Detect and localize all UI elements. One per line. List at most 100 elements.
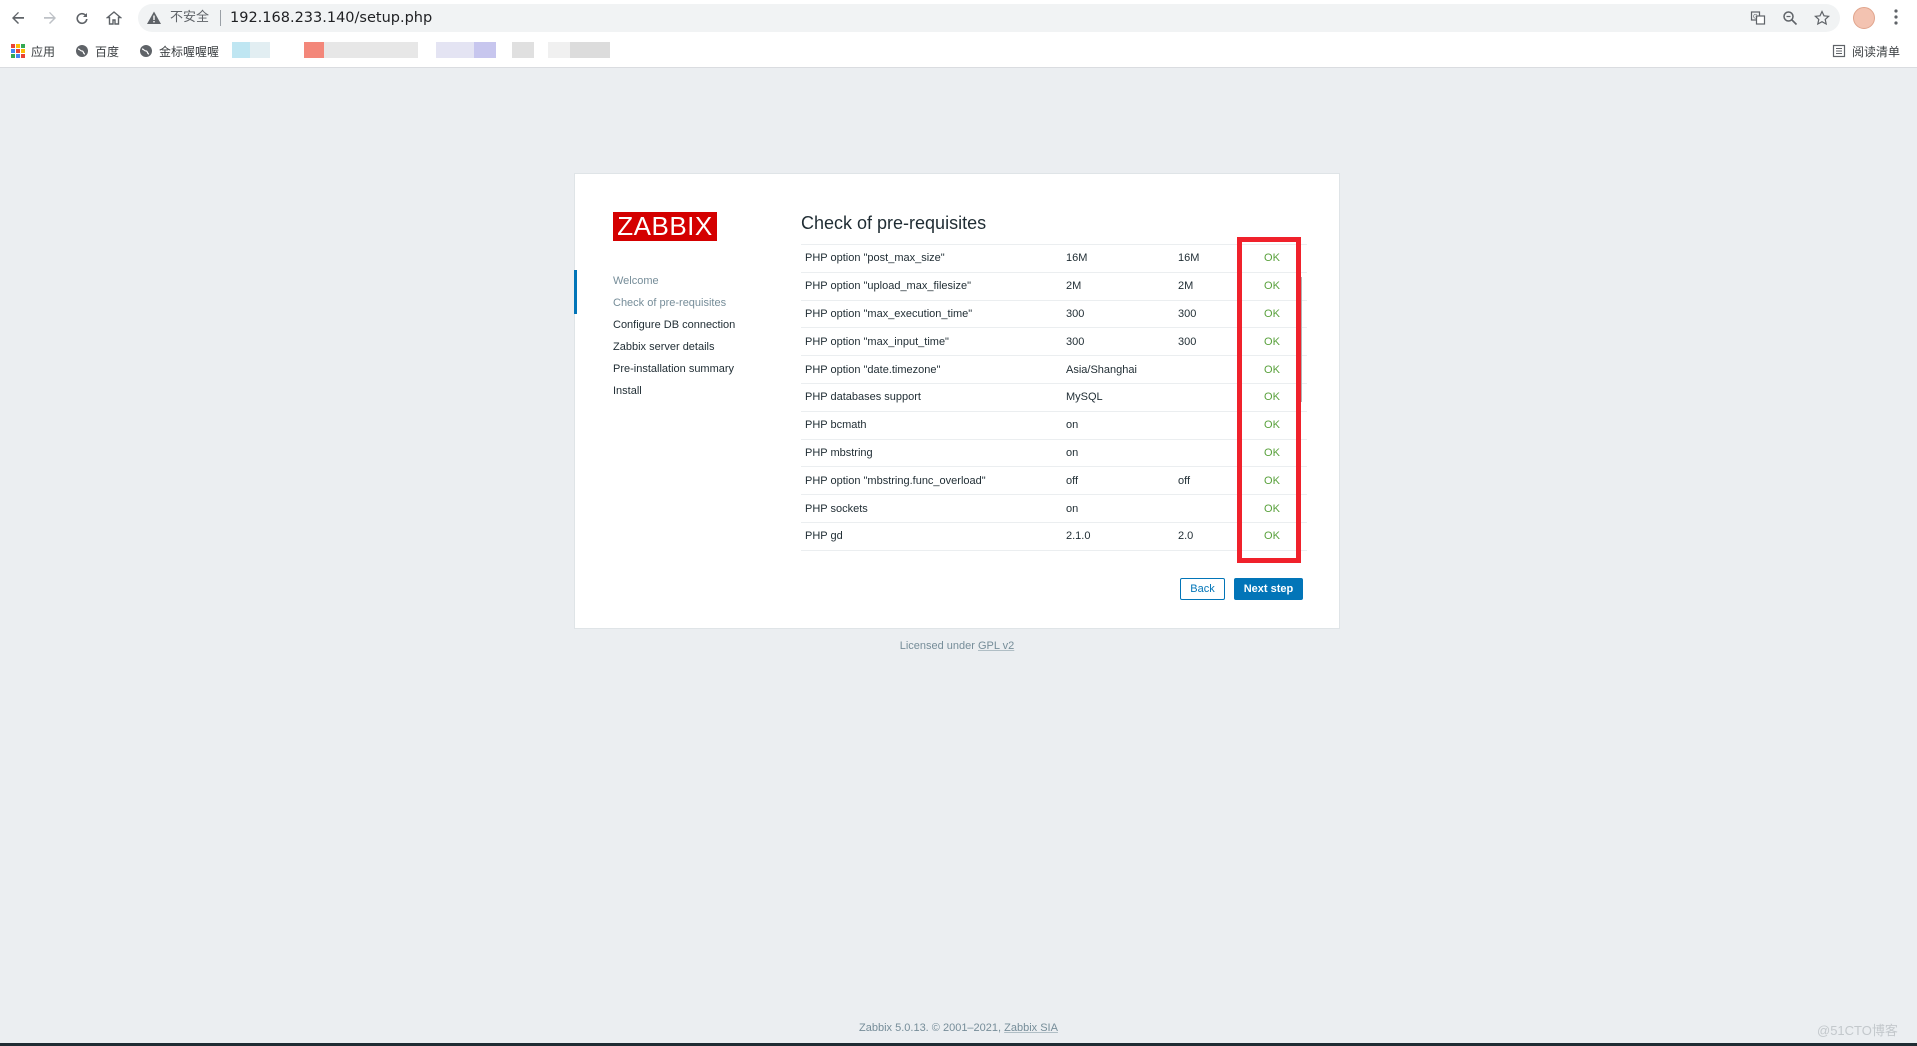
req-name: PHP option "max_input_time" <box>801 327 1062 356</box>
browser-toolbar: 不安全 192.168.233.140/setup.php G <box>0 0 1917 36</box>
req-name: PHP option "upload_max_filesize" <box>801 271 1062 301</box>
setup-card: ZABBIX Welcome Check of pre-requisites C… <box>574 173 1340 629</box>
redacted-bookmark <box>232 42 250 58</box>
req-required <box>1174 382 1237 412</box>
req-required <box>1174 494 1237 523</box>
warning-icon[interactable] <box>146 10 162 26</box>
setup-steps: Welcome Check of pre-requisites Configur… <box>575 270 745 402</box>
table-row: PHP mbstring on OK <box>801 438 1307 467</box>
table-row: PHP option "date.timezone" Asia/Shanghai… <box>801 355 1307 384</box>
table-row: PHP sockets on OK <box>801 494 1307 523</box>
req-required: off <box>1174 466 1237 495</box>
apps-grid-icon <box>11 44 25 58</box>
req-name: PHP mbstring <box>801 438 1062 467</box>
table-row: PHP option "max_input_time" 300 300 OK <box>801 327 1307 356</box>
req-required: 16M <box>1174 244 1237 273</box>
bookmark-baidu-label: 百度 <box>95 44 120 59</box>
bookmark-apps[interactable]: 应用 <box>11 41 55 61</box>
req-name: PHP option "post_max_size" <box>801 244 1062 273</box>
footer-copyright: Zabbix 5.0.13. © 2001–2021, <box>859 1022 1002 1034</box>
gpl-link[interactable]: GPL v2 <box>978 640 1014 652</box>
req-current: Asia/Shanghai <box>1062 355 1174 384</box>
table-row: PHP gd 2.1.0 2.0 OK <box>801 521 1307 551</box>
redacted-bookmark <box>436 42 474 58</box>
redacted-bookmark <box>570 42 610 58</box>
req-current: on <box>1062 438 1174 467</box>
page-footer: Zabbix 5.0.13. © 2001–2021, Zabbix SIA <box>0 1022 1917 1034</box>
redacted-bookmark <box>324 42 418 58</box>
req-current: 2M <box>1062 271 1174 301</box>
insecure-label[interactable]: 不安全 <box>170 10 209 26</box>
table-row: PHP databases support MySQL OK <box>801 382 1307 412</box>
req-name: PHP bcmath <box>801 410 1062 440</box>
browser-chrome: 不安全 192.168.233.140/setup.php G 应用 百度 金标… <box>0 0 1917 68</box>
reading-list-icon <box>1832 44 1846 58</box>
bookmark-jinbiao[interactable]: 金标喔喔喔 <box>139 41 219 61</box>
reload-icon[interactable] <box>70 6 94 30</box>
step-pre-installation-summary: Pre-installation summary <box>613 363 735 375</box>
step-install: Install <box>613 385 642 397</box>
url-text[interactable]: 192.168.233.140/setup.php <box>230 9 432 27</box>
req-required: 2.0 <box>1174 521 1237 551</box>
svg-text:G: G <box>1753 14 1758 21</box>
forward-arrow-icon[interactable] <box>38 6 62 30</box>
table-row: PHP option "post_max_size" 16M 16M OK <box>801 244 1307 273</box>
table-row: PHP option "max_execution_time" 300 300 … <box>801 299 1307 328</box>
redacted-bookmark <box>512 42 534 58</box>
step-server-details: Zabbix server details <box>613 341 715 353</box>
req-name: PHP option "max_execution_time" <box>801 299 1062 328</box>
bookmark-star-icon[interactable] <box>1814 10 1830 26</box>
reading-list-label: 阅读清单 <box>1852 44 1901 59</box>
req-current: on <box>1062 410 1174 440</box>
req-required <box>1174 355 1237 384</box>
license-prefix: Licensed under <box>899 640 975 652</box>
globe-icon <box>140 45 152 57</box>
req-required: 300 <box>1174 327 1237 356</box>
watermark: @51CTO博客 <box>1817 1023 1898 1038</box>
next-step-button[interactable]: Next step <box>1234 578 1303 600</box>
bookmarks-bar: 应用 百度 金标喔喔喔 阅读清单 <box>0 38 1917 64</box>
back-button[interactable]: Back <box>1180 578 1225 600</box>
req-required: 2M <box>1174 271 1237 301</box>
req-current: 300 <box>1062 327 1174 356</box>
req-name: PHP gd <box>801 521 1062 551</box>
step-check-prerequisites: Check of pre-requisites <box>613 297 727 309</box>
req-required: 300 <box>1174 299 1237 328</box>
ok-column-highlight <box>1237 237 1301 563</box>
table-row: PHP option "mbstring.func_overload" off … <box>801 466 1307 495</box>
req-current: 2.1.0 <box>1062 521 1174 551</box>
req-name: PHP databases support <box>801 382 1062 412</box>
req-required <box>1174 410 1237 440</box>
step-configure-db: Configure DB connection <box>613 319 736 331</box>
zabbix-sia-link[interactable]: Zabbix SIA <box>1004 1022 1058 1034</box>
req-name: PHP option "mbstring.func_overload" <box>801 466 1062 495</box>
step-welcome: Welcome <box>613 275 659 287</box>
redacted-bookmark <box>304 42 324 58</box>
redacted-bookmark <box>548 42 570 58</box>
globe-icon <box>76 45 88 57</box>
home-icon[interactable] <box>102 6 126 30</box>
bookmark-baidu[interactable]: 百度 <box>75 41 119 61</box>
profile-avatar[interactable] <box>1853 7 1875 29</box>
req-current: on <box>1062 494 1174 523</box>
bookmark-jinbiao-label: 金标喔喔喔 <box>159 44 220 59</box>
req-required <box>1174 438 1237 467</box>
translate-icon[interactable]: G <box>1750 10 1766 26</box>
req-name: PHP option "date.timezone" <box>801 355 1062 384</box>
bookmark-reading-list[interactable]: 阅读清单 <box>1832 41 1900 61</box>
table-row: PHP bcmath on OK <box>801 410 1307 440</box>
req-current: MySQL <box>1062 382 1174 412</box>
zabbix-logo: ZABBIX <box>613 212 717 241</box>
req-current: off <box>1062 466 1174 495</box>
address-bar[interactable]: 不安全 192.168.233.140/setup.php G <box>138 4 1840 32</box>
bookmark-apps-label: 应用 <box>31 44 56 59</box>
kebab-menu-icon[interactable] <box>1893 8 1899 26</box>
omnibox-separator <box>220 10 221 26</box>
back-arrow-icon[interactable] <box>6 6 30 30</box>
table-row: PHP option "upload_max_filesize" 2M 2M O… <box>801 271 1307 301</box>
req-current: 16M <box>1062 244 1174 273</box>
zoom-icon[interactable] <box>1782 10 1798 26</box>
redacted-bookmark <box>474 42 496 58</box>
license-text: Licensed under GPL v2 <box>574 640 1340 652</box>
req-name: PHP sockets <box>801 494 1062 523</box>
